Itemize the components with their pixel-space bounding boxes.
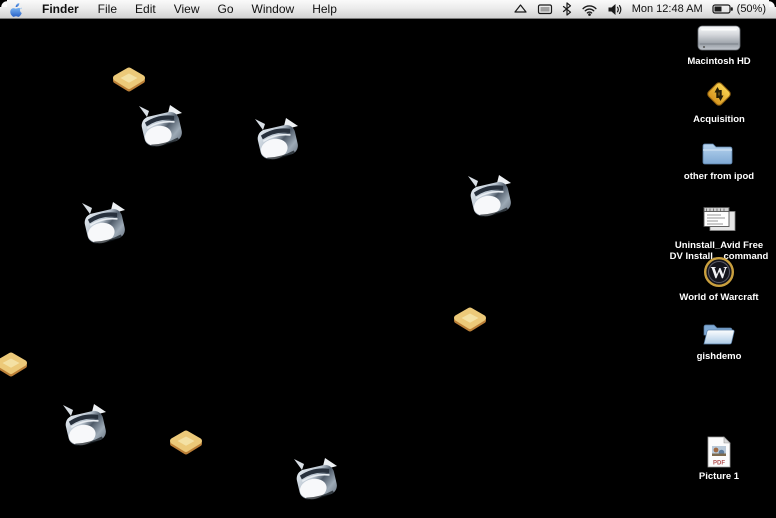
toast-slice-sprite [452,305,488,340]
desktop-icon-label: World of Warcraft [679,292,759,303]
world-of-warcraft-app-icon: W [702,255,736,289]
status-menu-extras: Mon 12:48 AM (50%) [513,0,766,19]
desktop-icon-label: Picture 1 [698,471,740,482]
menu-item-help[interactable]: Help [303,0,346,19]
battery-icon [712,3,734,15]
menu-item-finder[interactable]: Finder [32,0,89,19]
command-file-icon [699,203,739,237]
pdf-badge-text: PDF [713,461,725,467]
toast-slice-sprite [0,350,29,385]
desktop-icon-picture-1[interactable]: PDF Picture 1 [667,434,771,482]
open-folder-icon [700,314,738,348]
menu-bar: Finder File Edit View Go Window Help Mon… [0,0,776,19]
pdf-document-icon: PDF [706,434,732,468]
desktop-icon-macintosh-hd[interactable]: Macintosh HD [667,19,771,67]
flying-toaster-sprite [252,117,304,168]
menu-item-file[interactable]: File [89,0,126,19]
desktop-icon-label: other from ipod [683,171,755,182]
menu-item-edit[interactable]: Edit [126,0,165,19]
desktop-icon-label: Macintosh HD [687,56,751,67]
airport-wifi-icon[interactable] [581,3,598,16]
bluetooth-icon[interactable] [562,2,572,16]
screen-corner-right [769,0,776,7]
eject-icon[interactable] [513,3,528,16]
battery-percentage-label: (50%) [736,3,766,15]
toast-slice-sprite [168,428,204,463]
desktop-icon-label: Acquisition [693,114,745,125]
volume-icon[interactable] [607,3,623,16]
apple-icon [10,2,24,17]
desktop-icon-world-of-warcraft[interactable]: W World of Warcraft [667,255,771,303]
menu-items: Finder File Edit View Go Window Help [32,0,346,19]
apple-menu[interactable] [6,0,32,19]
flying-toaster-sprite [79,201,131,252]
toast-slice-sprite [111,65,147,100]
menu-item-go[interactable]: Go [209,0,243,19]
desktop-icon-uninstall-avid-command[interactable]: Uninstall_Avid Free DV Install....comman… [667,203,771,262]
desktop-icon-acquisition[interactable]: Acquisition [667,77,771,125]
display-icon[interactable] [537,3,553,16]
desktop-background[interactable]: Macintosh HD Acquisition other from ipod… [0,0,776,518]
wow-logo-letter: W [711,263,728,282]
flying-toaster-sprite [291,457,343,508]
hard-drive-icon [696,19,742,53]
menu-item-window[interactable]: Window [243,0,304,19]
flying-toaster-sprite [136,104,188,155]
desktop-icon-other-from-ipod[interactable]: other from ipod [667,134,771,182]
desktop-icon-label: gishdemo [696,351,742,362]
acquisition-app-icon [702,77,736,111]
folder-icon [700,134,738,168]
flying-toaster-sprite [465,174,517,225]
flying-toaster-sprite [60,403,112,454]
screen-corner-left [0,0,7,7]
desktop-icon-gishdemo[interactable]: gishdemo [667,314,771,362]
battery-menu-extra[interactable]: (50%) [712,3,766,15]
menu-bar-clock[interactable]: Mon 12:48 AM [632,3,703,15]
menu-item-view[interactable]: View [165,0,209,19]
